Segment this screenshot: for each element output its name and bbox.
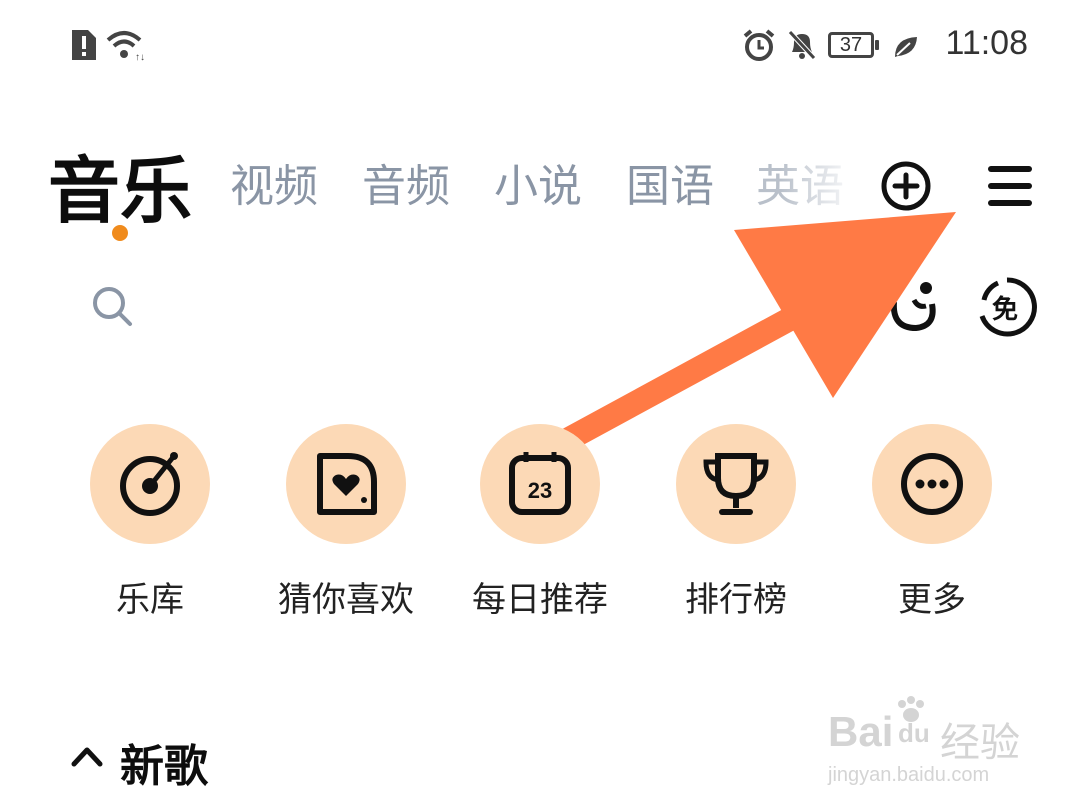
calendar-day: 23 [528,478,552,503]
quick-entry-label-guess: 猜你喜欢 [278,580,414,620]
quick-entry-label-more: 更多 [898,580,966,620]
quick-entry-label-library: 乐库 [116,580,184,620]
trophy-icon [703,453,769,515]
quick-entry-label-charts: 排行榜 [685,580,787,620]
more-icon [901,453,963,515]
quick-entry-label-daily: 每日推荐 [472,580,608,620]
heart-disc-icon [317,453,377,515]
calendar-icon: 23 [509,452,571,515]
quick-entry-guess-you-like[interactable] [286,424,406,544]
annotation-arrow [500,212,956,482]
watermark-brand-suffix: du [898,718,930,748]
watermark-site-label: 经验 [940,720,1020,766]
quick-entry-charts[interactable] [676,424,796,544]
chevron-up-icon[interactable] [70,744,104,768]
quick-entry-more[interactable] [872,424,992,544]
baidu-jingyan-watermark: Bai du 经验 jingyan.baidu.com [828,690,1038,800]
watermark-brand: Bai [828,708,894,755]
quick-entry-library[interactable] [90,424,210,544]
watermark-url: jingyan.baidu.com [828,764,990,786]
section-title-new-songs: 新歌 [120,741,208,792]
record-icon [120,452,180,516]
quick-entry-daily-recommend[interactable]: 23 [480,424,600,544]
